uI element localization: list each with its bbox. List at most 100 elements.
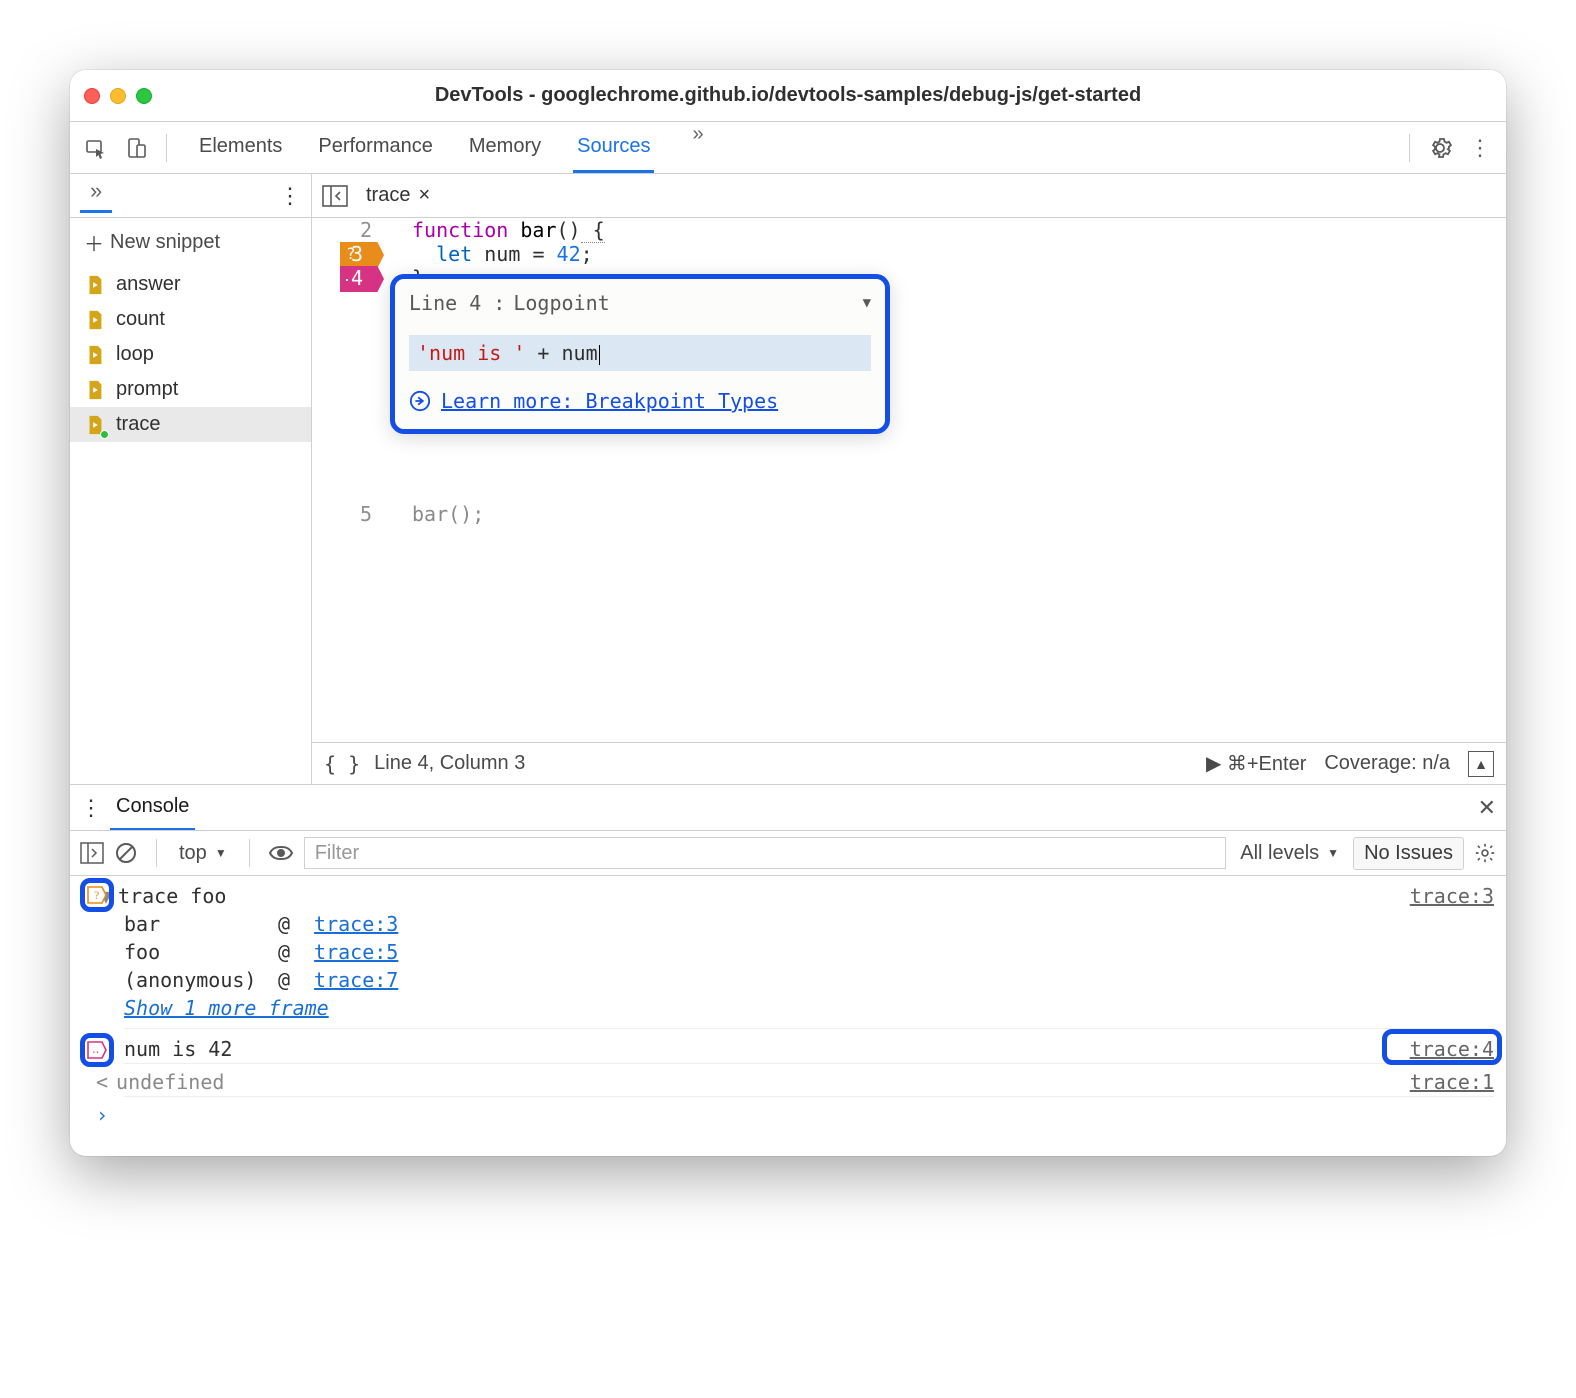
titlebar: DevTools - googlechrome.github.io/devtoo… — [70, 70, 1506, 122]
snippet-item[interactable]: prompt — [70, 372, 311, 407]
drawer-more-icon[interactable]: ⋮ — [80, 795, 102, 821]
cursor-position: Line 4, Column 3 — [374, 752, 525, 775]
source-link-callout — [1382, 1029, 1502, 1065]
run-snippet-button[interactable]: ▶ ⌘+Enter — [1206, 751, 1306, 776]
snippet-list: answer count loop prompt trace — [70, 267, 311, 442]
prompt-arrow-icon: › — [96, 1103, 116, 1127]
console-sidebar-toggle-icon[interactable] — [80, 842, 104, 864]
coverage-label: Coverage: n/a — [1324, 752, 1450, 775]
stack-fn: (anonymous) — [124, 968, 254, 992]
filter-input[interactable]: Filter — [304, 837, 1227, 869]
tabs-overflow-button[interactable]: » — [682, 123, 713, 173]
console-output[interactable]: ? ▼ trace foo trace:3 bar@trace:3 foo@tr… — [70, 876, 1506, 1156]
return-arrow-icon: < — [96, 1070, 116, 1094]
stack-link[interactable]: trace:5 — [314, 940, 398, 964]
code-editor[interactable]: 2function bar() { 3 let num = 42; 4} 5ba… — [312, 218, 1506, 742]
drawer-tabbar: ⋮ Console ✕ — [70, 784, 1506, 830]
show-more-frames-link[interactable]: Show 1 more frame — [124, 996, 329, 1020]
text-caret — [599, 345, 601, 365]
tab-memory[interactable]: Memory — [465, 123, 545, 173]
window-title: DevTools - googlechrome.github.io/devtoo… — [70, 84, 1506, 107]
issues-button[interactable]: No Issues — [1353, 837, 1464, 870]
sidebar-tabs-overflow[interactable]: » — [80, 178, 112, 213]
close-drawer-icon[interactable]: ✕ — [1478, 795, 1496, 821]
inspect-icon[interactable] — [78, 130, 114, 166]
popover-line-label: Line 4 : — [409, 291, 505, 315]
sidebar-pane: » ⋮ ＋ New snippet answer count loop prom… — [70, 174, 312, 784]
snippet-file-icon — [84, 344, 106, 366]
new-snippet-label: New snippet — [110, 231, 220, 254]
main-tabbar: Elements Performance Memory Sources » ⋮ — [70, 122, 1506, 174]
line-number[interactable]: 3 — [312, 242, 384, 266]
snippet-label: count — [116, 308, 165, 331]
editor-statusbar: { } Line 4, Column 3 ▶ ⌘+Enter Coverage:… — [312, 742, 1506, 784]
stack-fn: bar — [124, 912, 254, 936]
svg-text:?: ? — [94, 888, 99, 902]
line-number[interactable]: 4 — [312, 266, 384, 290]
logpoint-badge-icon-callout: ‥ — [80, 1033, 114, 1067]
live-expression-icon[interactable] — [268, 844, 294, 862]
close-window-button[interactable] — [84, 88, 100, 104]
console-prompt-input[interactable] — [116, 1103, 1494, 1127]
plus-icon: ＋ — [84, 228, 104, 257]
zoom-window-button[interactable] — [136, 88, 152, 104]
settings-gear-icon[interactable] — [1422, 130, 1458, 166]
more-menu-icon[interactable]: ⋮ — [1462, 130, 1498, 166]
snippet-item[interactable]: answer — [70, 267, 311, 302]
snippet-item[interactable]: loop — [70, 337, 311, 372]
snippet-label: prompt — [116, 378, 178, 401]
scroll-to-top-icon[interactable]: ▲ — [1468, 751, 1494, 777]
logpoint-popover: Line 4 : Logpoint ▼ 'num is ' + num Lear… — [390, 274, 890, 434]
file-tab-label: trace — [366, 184, 410, 207]
minimize-window-button[interactable] — [110, 88, 126, 104]
snippet-label: trace — [116, 413, 160, 436]
chevron-down-icon[interactable]: ▼ — [863, 295, 871, 311]
editor-pane: trace × 2function bar() { 3 let num = 42… — [312, 174, 1506, 784]
logpoint-expression-input[interactable]: 'num is ' + num — [409, 335, 871, 371]
snippet-item[interactable]: count — [70, 302, 311, 337]
snippet-file-icon — [84, 309, 106, 331]
editor-file-tab[interactable]: trace × — [358, 180, 438, 211]
console-settings-icon[interactable] — [1474, 842, 1496, 864]
snippet-item-selected[interactable]: trace — [70, 407, 311, 442]
console-message: num is 42 — [124, 1037, 232, 1061]
line-number[interactable]: 5 — [312, 502, 384, 526]
console-return-value: undefined — [116, 1070, 224, 1094]
console-toolbar: top Filter All levels No Issues — [70, 830, 1506, 876]
modified-dot-icon — [100, 430, 109, 439]
stack-link[interactable]: trace:3 — [314, 912, 398, 936]
trace-badge-icon-callout: ? — [80, 878, 114, 912]
filter-placeholder: Filter — [315, 842, 359, 865]
breakpoint-type-dropdown[interactable]: Logpoint — [513, 291, 609, 315]
snippet-label: loop — [116, 343, 154, 366]
arrow-circle-icon — [409, 390, 431, 412]
logpoint-breakpoint-icon[interactable]: 4 — [340, 266, 384, 292]
close-tab-icon[interactable]: × — [418, 184, 430, 207]
svg-text:‥: ‥ — [92, 1044, 99, 1056]
tab-console[interactable]: Console — [110, 785, 195, 831]
stack-fn: foo — [124, 940, 254, 964]
snippet-file-icon — [84, 274, 106, 296]
clear-console-icon[interactable] — [114, 841, 138, 865]
new-snippet-button[interactable]: ＋ New snippet — [70, 218, 311, 267]
tab-elements[interactable]: Elements — [195, 123, 286, 173]
pretty-print-button[interactable]: { } — [324, 752, 360, 776]
console-message: trace foo — [118, 884, 226, 908]
source-link[interactable]: trace:1 — [1410, 1070, 1494, 1094]
snippet-file-icon — [84, 414, 106, 436]
snippet-file-icon — [84, 379, 106, 401]
tab-performance[interactable]: Performance — [314, 123, 437, 173]
line-number[interactable]: 2 — [312, 218, 384, 242]
learn-more-link[interactable]: Learn more: Breakpoint Types — [441, 389, 778, 413]
log-levels-dropdown[interactable]: All levels — [1236, 842, 1343, 865]
source-link[interactable]: trace:3 — [1410, 884, 1494, 908]
context-selector[interactable]: top — [175, 842, 231, 865]
device-toggle-icon[interactable] — [118, 130, 154, 166]
sidebar-more-icon[interactable]: ⋮ — [279, 183, 301, 209]
conditional-breakpoint-icon[interactable]: 3 — [340, 242, 384, 268]
tab-sources[interactable]: Sources — [573, 123, 654, 173]
stack-link[interactable]: trace:7 — [314, 968, 398, 992]
snippet-label: answer — [116, 273, 180, 296]
devtools-window: DevTools - googlechrome.github.io/devtoo… — [70, 70, 1506, 1156]
navigator-toggle-icon[interactable] — [322, 185, 348, 207]
